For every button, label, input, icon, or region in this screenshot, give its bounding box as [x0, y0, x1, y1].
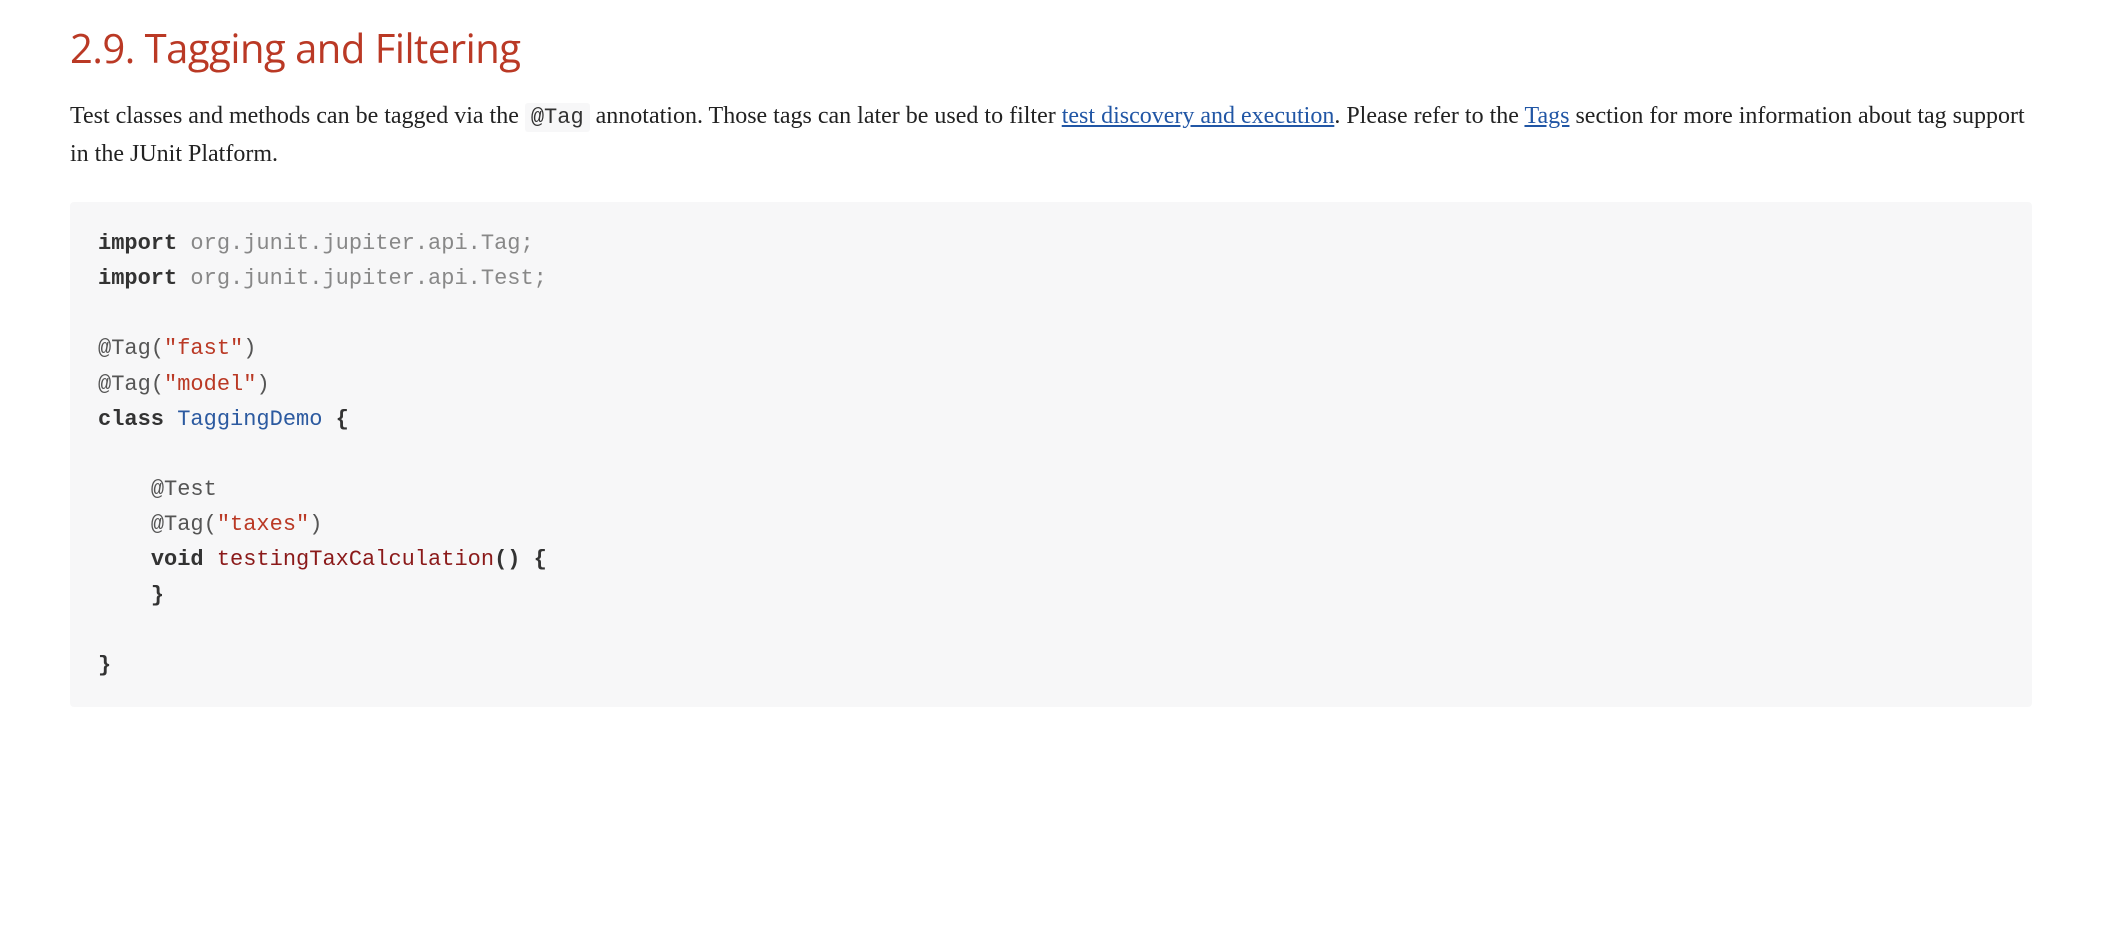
keyword-import: import — [98, 231, 177, 256]
link-tags[interactable]: Tags — [1524, 103, 1569, 129]
string-literal: "taxes" — [217, 512, 309, 537]
section-heading: 2.9. Tagging and Filtering — [70, 20, 2032, 75]
text-fragment: . Please refer to the — [1334, 103, 1524, 129]
parentheses: () — [494, 547, 520, 572]
annotation: @Tag( — [98, 372, 164, 397]
text-fragment: annotation. Those tags can later be used… — [590, 103, 1062, 129]
link-test-discovery[interactable]: test discovery and execution — [1062, 103, 1335, 129]
brace: { — [336, 407, 349, 432]
code-example: import org.junit.jupiter.api.Tag; import… — [70, 202, 2032, 707]
class-name: TaggingDemo — [164, 407, 336, 432]
brace: } — [98, 653, 111, 678]
keyword-import: import — [98, 266, 177, 291]
keyword-void: void — [151, 547, 204, 572]
package-path: org.junit.jupiter.api.Tag; — [177, 231, 533, 256]
brace: } — [151, 583, 164, 608]
package-path: org.junit.jupiter.api.Test; — [177, 266, 547, 291]
annotation: ) — [309, 512, 322, 537]
text-fragment: Test classes and methods can be tagged v… — [70, 103, 525, 129]
brace: { — [520, 547, 546, 572]
string-literal: "fast" — [164, 336, 243, 361]
annotation: @Tag( — [98, 336, 164, 361]
keyword-class: class — [98, 407, 164, 432]
method-name: testingTaxCalculation — [204, 547, 494, 572]
intro-paragraph: Test classes and methods can be tagged v… — [70, 97, 2032, 174]
string-literal: "model" — [164, 372, 256, 397]
annotation: @Tag( — [151, 512, 217, 537]
annotation: @Test — [151, 477, 217, 502]
annotation: ) — [256, 372, 269, 397]
inline-code-tag: @Tag — [525, 103, 590, 132]
annotation: ) — [243, 336, 256, 361]
